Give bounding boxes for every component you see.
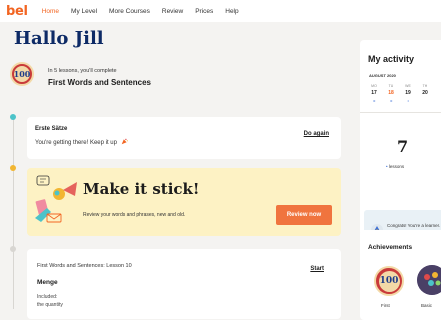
activity-day[interactable]: MO 17 •• (369, 84, 379, 103)
next-lesson-title: Menge (37, 279, 58, 286)
nav-home[interactable]: Home (42, 8, 59, 15)
party-popper-icon (121, 138, 128, 145)
activity-day[interactable]: TH 20 (420, 84, 430, 98)
page-title: Hallo Jill (14, 28, 104, 49)
course-badge-icon: 100 (10, 62, 34, 86)
nav-my-level[interactable]: My Level (71, 8, 97, 15)
basic-achievement-art-icon (417, 265, 441, 295)
recent-lesson-card: Erste Sätze You're getting there! Keep i… (27, 117, 341, 159)
day-dots: •• (390, 98, 392, 103)
basic-achievement-label: Basic (421, 303, 433, 308)
achievements-panel: Achievements 100 First Basic (360, 230, 441, 320)
activity-divider (360, 112, 441, 113)
achievements-title: Achievements (368, 244, 413, 251)
recent-lesson-message-text: You're getting there! Keep it up (35, 140, 117, 146)
next-lesson-subtitle: First Words and Sentences: Lesson 10 (37, 263, 132, 269)
day-dots: •• (373, 98, 375, 103)
start-link[interactable]: Start (310, 266, 324, 272)
day-name: TH (422, 84, 428, 88)
recent-lesson-title: Erste Sätze (35, 126, 68, 132)
day-name: MO (371, 84, 377, 88)
nav-help[interactable]: Help (225, 8, 238, 15)
nav-more-courses[interactable]: More Courses (109, 8, 150, 15)
review-description: Review your words and phrases, new and o… (83, 212, 186, 218)
lessons-label-text: lessons (388, 164, 405, 169)
review-illustration-icon (35, 175, 77, 223)
next-lesson-first-item: the quantity (37, 302, 63, 308)
timeline-dot-done (10, 114, 16, 120)
lessons-label: • lessons (386, 164, 404, 169)
activity-day[interactable]: TU 18 •• (386, 84, 396, 103)
day-name: TU (388, 84, 394, 88)
day-name: WE (405, 84, 411, 88)
day-date: 20 (422, 90, 428, 96)
next-lesson-included-label: Included: (37, 294, 58, 300)
review-title: Make it stick! (83, 180, 200, 198)
do-again-link[interactable]: Do again (304, 131, 329, 137)
activity-day[interactable]: WE 19 • (403, 84, 413, 103)
basic-achievement-badge-icon[interactable] (417, 265, 441, 295)
timeline-dot-next (10, 246, 16, 252)
day-date: 18 (388, 90, 394, 96)
first-achievement-label: First (381, 303, 390, 308)
first-achievement-badge-icon[interactable]: 100 (374, 266, 404, 296)
lessons-count: 7 (397, 137, 409, 156)
nav-review[interactable]: Review (162, 8, 183, 15)
course-subtitle: In 5 lessons, you'll complete (48, 68, 117, 74)
top-nav: bel Home My Level More Courses Review Pr… (0, 0, 441, 22)
recent-lesson-message: You're getting there! Keep it up (35, 138, 128, 146)
day-date: 17 (371, 90, 377, 96)
timeline-dot-review (10, 165, 16, 171)
course-title: First Words and Sentences (48, 78, 151, 87)
day-date: 19 (405, 90, 411, 96)
timeline-line (13, 118, 14, 309)
activity-title: My activity (368, 54, 415, 64)
review-now-button[interactable]: Review now (276, 205, 332, 225)
brand-logo[interactable]: bel (6, 4, 28, 19)
nav-prices[interactable]: Prices (195, 8, 213, 15)
first-achievement-badge-text: 100 (378, 270, 400, 292)
day-dots: • (407, 98, 409, 103)
activity-month: AUGUST 2020 (369, 73, 396, 78)
review-card: Make it stick! Review your words and phr… (27, 168, 341, 236)
course-badge-text: 100 (14, 66, 30, 82)
activity-panel: My activity AUGUST 2020 MO 17 •• TU 18 •… (360, 40, 441, 250)
lessons-dot-icon: • (386, 164, 388, 169)
